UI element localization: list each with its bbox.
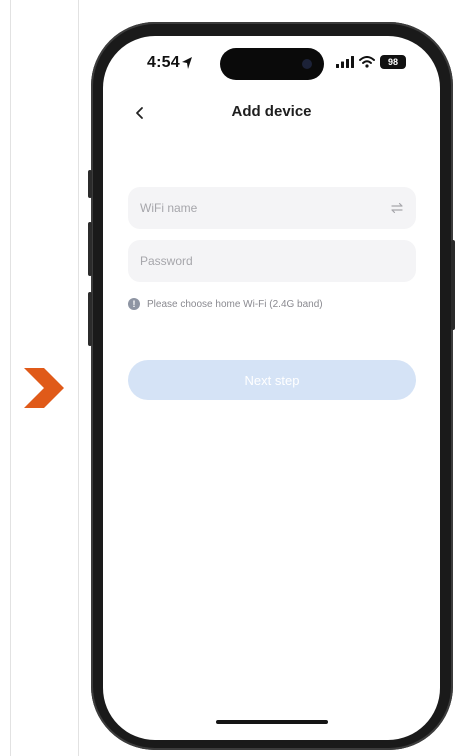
home-indicator xyxy=(216,720,328,724)
volume-down-button xyxy=(88,292,92,346)
password-field[interactable] xyxy=(128,240,416,282)
column-divider xyxy=(78,0,79,756)
volume-up-button xyxy=(88,222,92,276)
hint-text: Please choose home Wi-Fi (2.4G band) xyxy=(147,298,323,310)
phone-screen: 4:54 98 Add device WiFi name ! Please ch… xyxy=(103,36,440,740)
dynamic-island xyxy=(220,48,324,80)
location-arrow-icon xyxy=(182,57,192,69)
status-icons: 98 xyxy=(336,55,406,69)
wifi-name-field[interactable] xyxy=(128,187,416,229)
password-input[interactable] xyxy=(140,254,404,268)
front-camera xyxy=(302,59,312,69)
canvas: 4:54 98 Add device WiFi name ! Please ch… xyxy=(0,0,456,756)
status-time: 4:54 xyxy=(147,54,180,71)
left-divider xyxy=(10,0,11,756)
switch-arrows-icon[interactable] xyxy=(390,201,404,215)
battery-indicator: 98 xyxy=(380,55,406,69)
action-button xyxy=(88,170,92,198)
chevron-right-icon xyxy=(24,368,64,408)
wifi-hint: ! Please choose home Wi-Fi (2.4G band) xyxy=(128,298,323,310)
wifi-icon xyxy=(359,56,375,68)
cellular-signal-icon xyxy=(336,56,354,68)
power-button xyxy=(451,240,455,330)
wifi-name-input[interactable] xyxy=(140,201,390,215)
next-step-button[interactable]: Next step xyxy=(128,360,416,400)
page-title: Add device xyxy=(231,103,312,120)
info-icon: ! xyxy=(128,298,140,310)
